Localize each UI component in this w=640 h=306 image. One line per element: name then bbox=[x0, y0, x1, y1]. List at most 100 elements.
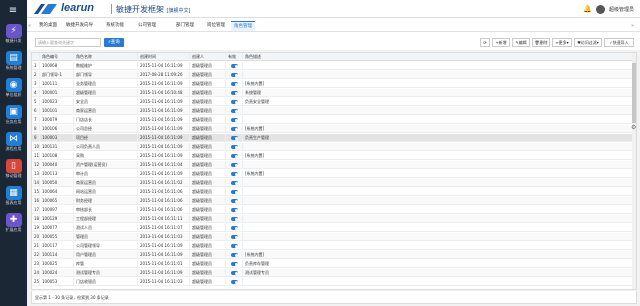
sidebar-item-3[interactable]: ▣ 业务应用 bbox=[0, 103, 27, 129]
toggle-switch-icon[interactable] bbox=[231, 172, 238, 176]
search-input[interactable]: 请输入要查询关键字 bbox=[35, 38, 101, 47]
toggle-switch-icon[interactable] bbox=[231, 136, 238, 140]
enabled-toggle[interactable] bbox=[226, 89, 243, 97]
enabled-toggle[interactable] bbox=[226, 197, 243, 205]
enabled-toggle[interactable] bbox=[226, 215, 243, 223]
tab-6[interactable]: 角色管理 bbox=[231, 21, 255, 31]
enabled-toggle[interactable] bbox=[226, 80, 243, 88]
toggle-switch-icon[interactable] bbox=[231, 145, 238, 149]
query-button[interactable]: ⌕查询 bbox=[104, 38, 124, 47]
enabled-toggle[interactable] bbox=[226, 98, 243, 106]
table-row[interactable]: 3 100111 业务管理员 2015-11-04 16:11:09 超级管理员 [系统内… bbox=[32, 80, 636, 88]
toggle-switch-icon[interactable] bbox=[231, 280, 238, 284]
toggle-switch-icon[interactable] bbox=[231, 208, 238, 212]
enabled-toggle[interactable] bbox=[226, 116, 243, 124]
table-row[interactable]: 22 100114 用户管理员 2015-11-04 16:11:09 超级管理员 [系统… bbox=[32, 251, 636, 259]
toggle-switch-icon[interactable] bbox=[231, 82, 238, 86]
toggle-switch-icon[interactable] bbox=[231, 226, 238, 230]
table-row[interactable]: 9 100003 项目经 2015-11-04 16:11:09 超级管理员 负责生产管理 bbox=[32, 134, 636, 142]
toggle-switch-icon[interactable] bbox=[231, 127, 238, 131]
settings-gear-icon[interactable]: ⚙ bbox=[631, 124, 639, 132]
enabled-toggle[interactable] bbox=[226, 251, 243, 259]
tabs-next-icon[interactable]: » bbox=[631, 21, 634, 31]
toggle-switch-icon[interactable] bbox=[231, 91, 238, 95]
table-row[interactable]: 14 100050 商家运营员 2015-11-04 16:11:02 超级管理员 bbox=[32, 179, 636, 187]
table-row[interactable]: 2 部门领导-1 部门领导 2017-08-28 11:09:26 超级管理员 bbox=[32, 71, 636, 79]
toggle-switch-icon[interactable] bbox=[231, 181, 238, 185]
sidebar-item-2[interactable]: ◉ 单位组织 bbox=[0, 76, 27, 102]
toolbar-button-4[interactable]: ≡更多▾ bbox=[552, 38, 572, 47]
enabled-toggle[interactable] bbox=[226, 188, 243, 196]
toggle-switch-icon[interactable] bbox=[231, 163, 238, 167]
tab-2[interactable]: 系统功能 bbox=[103, 21, 127, 31]
avatar[interactable] bbox=[595, 4, 605, 14]
table-row[interactable]: 10 100131 公司负责人员 2015-11-04 16:11:09 超级管理员 bbox=[32, 143, 636, 151]
sidebar-item-4[interactable]: ⋈ 流程应用 bbox=[0, 130, 27, 156]
table-row[interactable]: 4 100001 超级管理员 2015-11-04 16:10:48 超级管理员 系统管理 bbox=[32, 89, 636, 97]
user-area[interactable]: 🔔 超级管理员 bbox=[583, 4, 634, 14]
toggle-switch-icon[interactable] bbox=[231, 73, 238, 77]
table-row[interactable]: 11 100108 采购 2015-11-04 16:11:09 超级管理员 [系统内置] bbox=[32, 152, 636, 160]
scrollbar-thumb[interactable] bbox=[632, 63, 636, 123]
sidebar-item-5[interactable]: ▯ 移动管理 bbox=[0, 157, 27, 183]
toggle-switch-icon[interactable] bbox=[231, 109, 238, 113]
toggle-switch-icon[interactable] bbox=[231, 199, 238, 203]
enabled-toggle[interactable] bbox=[226, 260, 243, 268]
table-row[interactable]: 12 100040 资产管理(运营员) 2015-11-04 16:11:04 超级管理… bbox=[32, 161, 636, 169]
toggle-switch-icon[interactable] bbox=[231, 217, 238, 221]
table-row[interactable]: 25 100053 门店收银员 2015-11-04 16:11:03 超级管理员 bbox=[32, 278, 636, 286]
tab-4[interactable]: 部门管理 bbox=[173, 21, 197, 31]
table-row[interactable]: 21 100117 公司管理领导 2015-11-04 16:11:09 超级管理员 bbox=[32, 242, 636, 250]
bell-icon[interactable]: 🔔 bbox=[583, 5, 592, 13]
sidebar-item-6[interactable]: ▦ 报表应用 bbox=[0, 184, 27, 210]
toolbar-button-3[interactable]: 🗑删除 bbox=[532, 38, 550, 47]
toggle-switch-icon[interactable] bbox=[231, 100, 238, 104]
sidebar-item-1[interactable]: ▤ 系统管理 bbox=[0, 49, 27, 75]
enabled-toggle[interactable] bbox=[226, 62, 243, 70]
enabled-toggle[interactable] bbox=[226, 206, 243, 214]
toolbar-button-1[interactable]: +新增 bbox=[492, 38, 510, 47]
table-row[interactable]: 20 100055 管理员 2013-11-04 16:11:03 超级管理员 bbox=[32, 233, 636, 241]
menu-toggle-icon[interactable]: ≡ bbox=[6, 5, 20, 17]
toggle-switch-icon[interactable] bbox=[231, 253, 238, 257]
enabled-toggle[interactable] bbox=[226, 125, 243, 133]
enabled-toggle[interactable] bbox=[226, 71, 243, 79]
toggle-switch-icon[interactable] bbox=[231, 154, 238, 158]
enabled-toggle[interactable] bbox=[226, 143, 243, 151]
toggle-switch-icon[interactable] bbox=[231, 64, 238, 68]
table-row[interactable]: 19 100077 测试人员 2015-11-04 16:11:07 超级管理员 bbox=[32, 224, 636, 232]
toolbar-button-0[interactable]: ⟳ bbox=[480, 38, 490, 47]
enabled-toggle[interactable] bbox=[226, 242, 243, 250]
enabled-toggle[interactable] bbox=[226, 224, 243, 232]
table-row[interactable]: 24 100024 测试管理专员 2015-11-04 16:11:09 超级管理员 测试… bbox=[32, 269, 636, 277]
toggle-switch-icon[interactable] bbox=[231, 118, 238, 122]
toggle-switch-icon[interactable] bbox=[231, 262, 238, 266]
tab-1[interactable]: 敏捷开发向导 bbox=[63, 21, 96, 31]
enabled-toggle[interactable] bbox=[226, 179, 243, 187]
table-row[interactable]: 8 100106 公司总经 2015-11-04 16:11:09 超级管理员 [系统内置… bbox=[32, 125, 636, 133]
toggle-switch-icon[interactable] bbox=[231, 244, 238, 248]
table-row[interactable]: 13 100113 审计员 2015-11-04 16:11:09 超级管理员 [系统内置… bbox=[32, 170, 636, 178]
enabled-toggle[interactable] bbox=[226, 152, 243, 160]
toolbar-button-2[interactable]: ✎编辑 bbox=[512, 38, 530, 47]
toolbar-button-6[interactable]: ✓快速导入 bbox=[604, 38, 634, 47]
vertical-scrollbar[interactable] bbox=[632, 53, 636, 289]
table-row[interactable]: 5 100023 安全员 2015-11-04 16:11:09 超级管理员 负责安全管理 bbox=[32, 98, 636, 106]
sidebar-item-0[interactable]: ⚡ 敏捷开发 bbox=[0, 22, 27, 48]
enabled-toggle[interactable] bbox=[226, 107, 243, 115]
table-row[interactable]: 7 100079 门店店长 2015-11-04 16:11:09 超级管理员 bbox=[32, 116, 636, 124]
tabs-prev-icon[interactable]: « bbox=[28, 21, 31, 31]
table-row[interactable]: 18 100129 工程部经理 2015-11-04 16:11:11 超级管理员 bbox=[32, 215, 636, 223]
enabled-toggle[interactable] bbox=[226, 233, 243, 241]
enabled-toggle[interactable] bbox=[226, 161, 243, 169]
enabled-toggle[interactable] bbox=[226, 170, 243, 178]
table-row[interactable]: 15 100064 网站运营员 2015-11-04 16:11:06 超级管理员 bbox=[32, 188, 636, 196]
toolbar-button-5[interactable]: ♥访问过滤▾ bbox=[574, 38, 602, 47]
table-row[interactable]: 17 100097 审核部长 2015-11-04 16:11:06 超级管理员 bbox=[32, 206, 636, 214]
toggle-switch-icon[interactable] bbox=[231, 190, 238, 194]
toggle-switch-icon[interactable] bbox=[231, 235, 238, 239]
tab-0[interactable]: 我的桌面 bbox=[36, 21, 60, 31]
enabled-toggle[interactable] bbox=[226, 269, 243, 277]
table-row[interactable]: 1 100068 数据维护 2015-11-04 16:11:09 超级管理员 bbox=[32, 62, 636, 70]
user-name[interactable]: 超级管理员 bbox=[609, 6, 634, 13]
